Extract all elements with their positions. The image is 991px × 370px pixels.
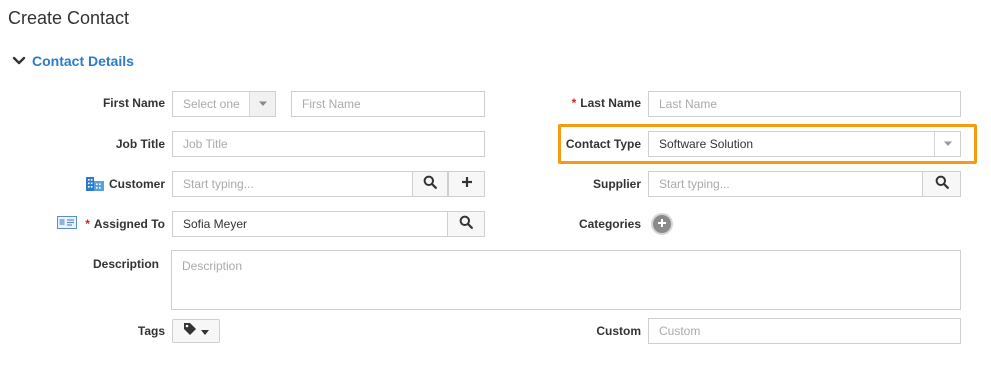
custom-label: Custom [540,318,641,344]
supplier-label: Supplier [540,171,641,197]
search-icon [423,175,437,194]
contact-type-value: Software Solution [659,137,754,151]
description-placeholder: Description [182,259,243,273]
id-card-icon [57,216,78,232]
last-name-input[interactable]: Last Name [648,91,961,117]
search-icon [935,175,949,194]
customer-search-button[interactable] [412,171,448,197]
first-name-placeholder: First Name [302,97,361,111]
tags-dropdown-button[interactable] [172,319,220,343]
assigned-to-search-button[interactable] [447,211,485,237]
contact-details-toggle[interactable]: Contact Details [12,53,134,69]
customer-input[interactable]: Start typing... [172,171,413,197]
customer-label-text: Customer [108,177,165,191]
categories-label: Categories [540,211,641,237]
custom-placeholder: Custom [659,324,701,338]
custom-label-text: Custom [596,324,641,338]
contact-type-select[interactable]: Software Solution [648,131,961,157]
salutation-select[interactable]: Select one [172,91,276,117]
required-marker: * [85,217,90,231]
caret-down-icon [934,132,960,156]
job-title-input[interactable]: Job Title [172,131,485,157]
assigned-to-label: * Assigned To [40,211,165,237]
contact-type-label-text: Contact Type [565,137,641,151]
last-name-label: * Last Name [540,90,641,116]
job-title-label: Job Title [60,131,165,157]
assigned-to-label-text: Assigned To [93,217,165,231]
section-title: Contact Details [32,53,134,69]
first-name-input[interactable]: First Name [291,91,485,117]
salutation-value: Select one [183,97,240,111]
required-marker: * [571,96,577,110]
supplier-placeholder: Start typing... [659,177,730,191]
supplier-label-text: Supplier [592,177,641,191]
page-title: Create Contact [8,8,130,28]
description-label: Description [60,251,159,277]
tags-label: Tags [60,318,165,344]
supplier-search-button[interactable] [922,171,961,197]
add-category-button[interactable] [651,213,673,235]
last-name-label-text: Last Name [580,96,641,110]
assigned-to-value: Sofia Meyer [183,217,248,231]
plus-icon [657,215,667,233]
supplier-input[interactable]: Start typing... [648,171,923,197]
first-name-label-text: First Name [102,96,165,110]
tag-icon [183,322,197,341]
tags-label-text: Tags [137,324,165,338]
categories-label-text: Categories [578,217,641,231]
contact-type-label: Contact Type [540,131,641,157]
customer-label: Customer [60,171,165,197]
search-icon [459,215,473,234]
chevron-down-icon [12,54,26,68]
custom-input[interactable]: Custom [648,318,961,344]
plus-icon [461,175,473,193]
first-name-label: First Name [60,90,165,116]
job-title-label-text: Job Title [115,137,165,151]
caret-down-icon [201,322,209,340]
job-title-placeholder: Job Title [183,137,228,151]
last-name-placeholder: Last Name [659,97,718,111]
description-textarea[interactable]: Description [171,250,961,310]
caret-down-icon [249,92,275,116]
customer-add-button[interactable] [448,171,485,197]
description-label-text: Description [92,257,159,271]
assigned-to-input[interactable]: Sofia Meyer [172,211,448,237]
building-icon [85,175,105,194]
customer-placeholder: Start typing... [183,177,254,191]
